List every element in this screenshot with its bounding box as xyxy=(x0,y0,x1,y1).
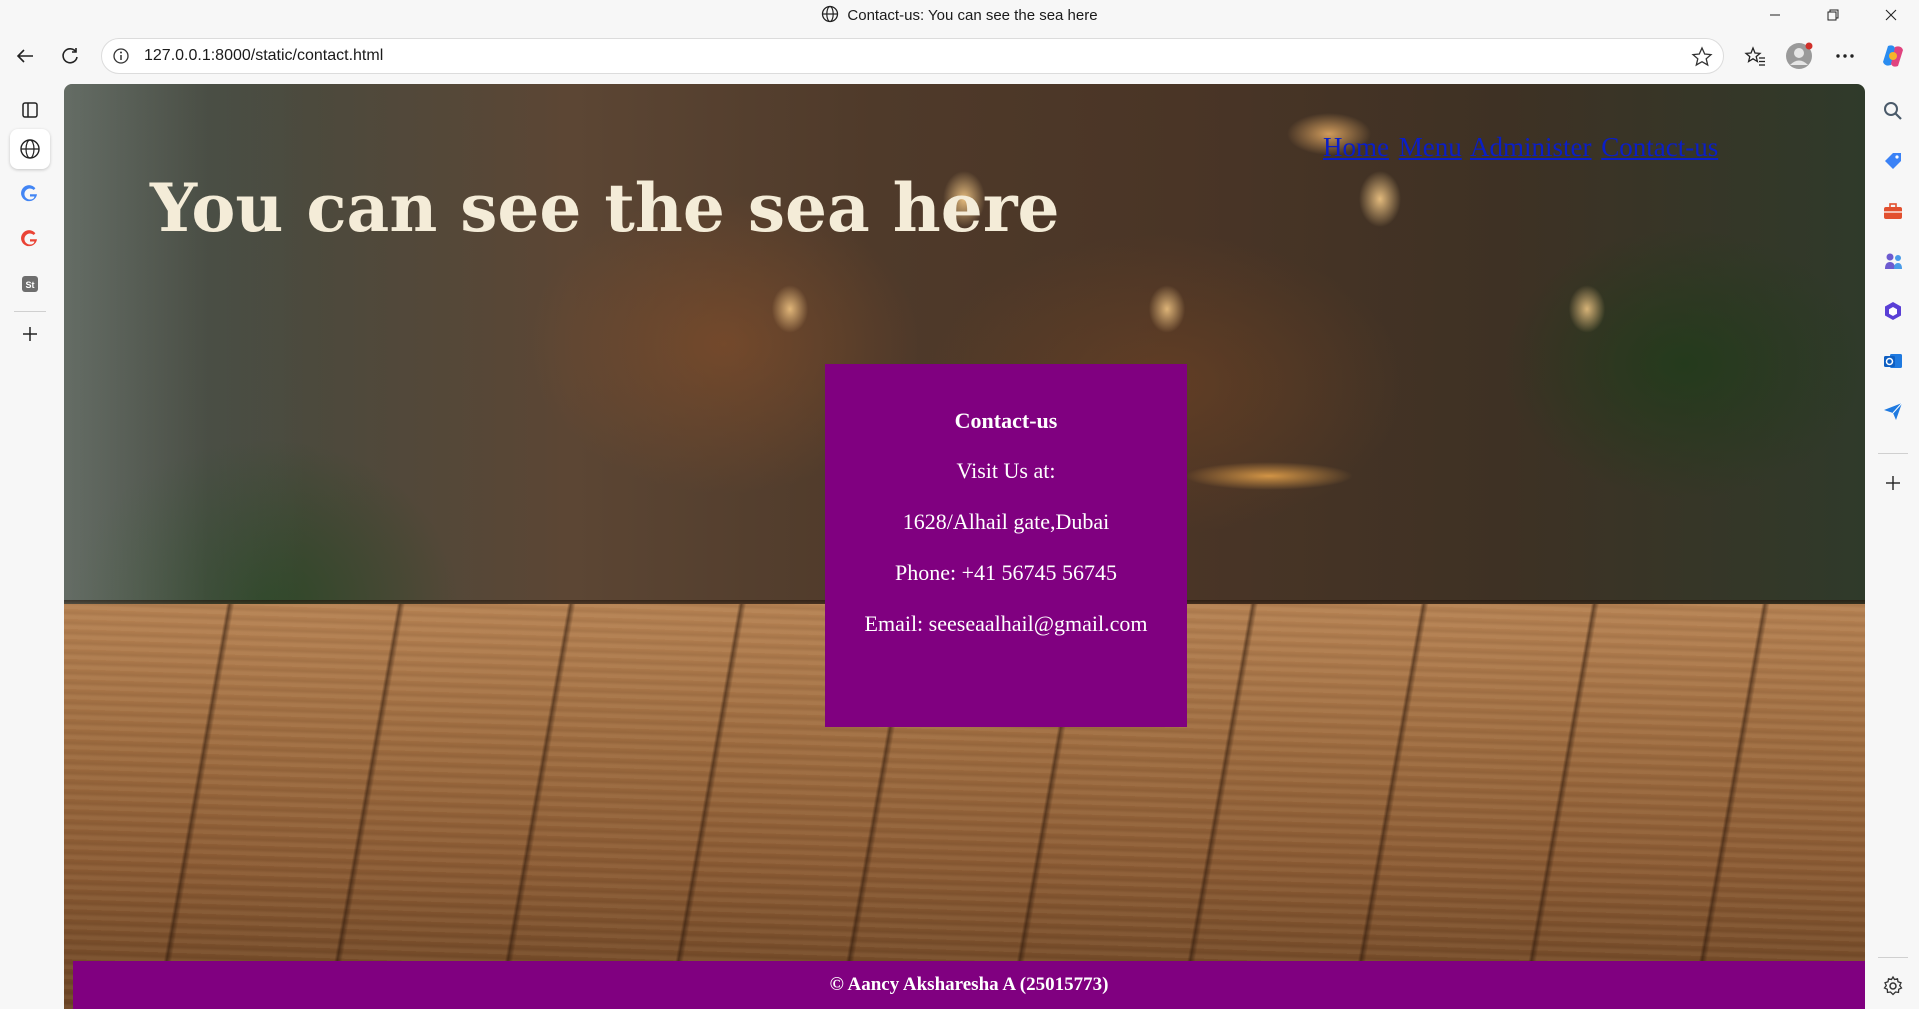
page-title: You can see the sea here xyxy=(150,169,1060,247)
svg-text:St: St xyxy=(26,280,35,290)
window-title-text: Contact-us: You can see the sea here xyxy=(847,7,1098,24)
url-text[interactable]: 127.0.0.1:8000/static/contact.html xyxy=(144,47,383,65)
st-icon: St xyxy=(22,276,38,292)
chess-icon[interactable] xyxy=(1878,246,1908,276)
contact-address: 1628/Alhail gate,Dubai xyxy=(902,509,1110,534)
google-icon xyxy=(21,230,37,247)
globe-icon xyxy=(20,139,40,159)
nav-link-administer[interactable]: Administer xyxy=(1470,132,1592,162)
send-icon[interactable] xyxy=(1878,396,1908,426)
close-button[interactable] xyxy=(1868,0,1914,29)
sidebar-separator xyxy=(1878,453,1908,454)
profile-avatar[interactable] xyxy=(1784,41,1814,71)
add-icon[interactable] xyxy=(1878,468,1908,498)
tab-google-1[interactable] xyxy=(10,174,50,214)
globe-icon xyxy=(821,5,839,23)
contact-phone: Phone: +41 56745 56745 xyxy=(894,560,1118,585)
tag-icon[interactable] xyxy=(1878,146,1908,176)
window-title: Contact-us: You can see the sea here xyxy=(0,5,1919,24)
contact-visit-label: Visit Us at: xyxy=(956,458,1056,483)
settings-icon[interactable] xyxy=(1878,971,1908,1001)
page-footer: © Aancy Aksharesha A (25015773) xyxy=(73,961,1865,1009)
search-icon[interactable] xyxy=(1878,96,1908,126)
copilot-icon[interactable] xyxy=(1878,41,1908,71)
tab-st[interactable]: St xyxy=(10,264,50,304)
tab-actions-icon[interactable] xyxy=(10,90,50,130)
office-icon[interactable] xyxy=(1878,296,1908,326)
favorite-star-icon[interactable] xyxy=(1691,46,1713,68)
more-options-icon[interactable] xyxy=(1830,41,1860,71)
right-sidebar xyxy=(1866,81,1919,1009)
back-button[interactable] xyxy=(10,41,40,71)
contact-heading: Contact-us xyxy=(954,408,1058,433)
tab-contact-us[interactable] xyxy=(10,129,50,169)
google-icon xyxy=(21,185,37,202)
nav-link-home[interactable]: Home xyxy=(1323,132,1389,162)
page-viewport: You can see the sea here Home Menu Admin… xyxy=(64,84,1865,1009)
favorites-icon[interactable] xyxy=(1740,41,1770,71)
refresh-button[interactable] xyxy=(55,41,85,71)
main-nav: Home Menu Administer Contact-us xyxy=(1323,132,1721,163)
contact-card: Contact-us Visit Us at: 1628/Alhail gate… xyxy=(825,364,1187,727)
info-icon[interactable] xyxy=(112,47,130,65)
contact-email: Email: seeseaalhail@gmail.com xyxy=(864,611,1148,636)
nav-link-menu[interactable]: Menu xyxy=(1399,132,1462,162)
window-title-bar: Contact-us: You can see the sea here xyxy=(0,0,1919,29)
sidebar-separator xyxy=(1878,957,1908,958)
add-icon xyxy=(23,327,37,341)
background-window-light xyxy=(64,84,304,644)
tab-google-2[interactable] xyxy=(10,219,50,259)
toolbox-icon[interactable] xyxy=(1878,196,1908,226)
outlook-icon[interactable] xyxy=(1878,346,1908,376)
nav-link-contact-us[interactable]: Contact-us xyxy=(1601,132,1718,162)
address-bar[interactable]: 127.0.0.1:8000/static/contact.html xyxy=(101,38,1724,74)
new-tab-button[interactable] xyxy=(10,314,50,354)
restore-button[interactable] xyxy=(1810,0,1856,29)
vertical-tab-strip: St xyxy=(0,81,60,1009)
minimize-button[interactable] xyxy=(1752,0,1798,29)
browser-toolbar: 127.0.0.1:8000/static/contact.html xyxy=(0,29,1919,81)
tab-separator xyxy=(14,311,46,312)
